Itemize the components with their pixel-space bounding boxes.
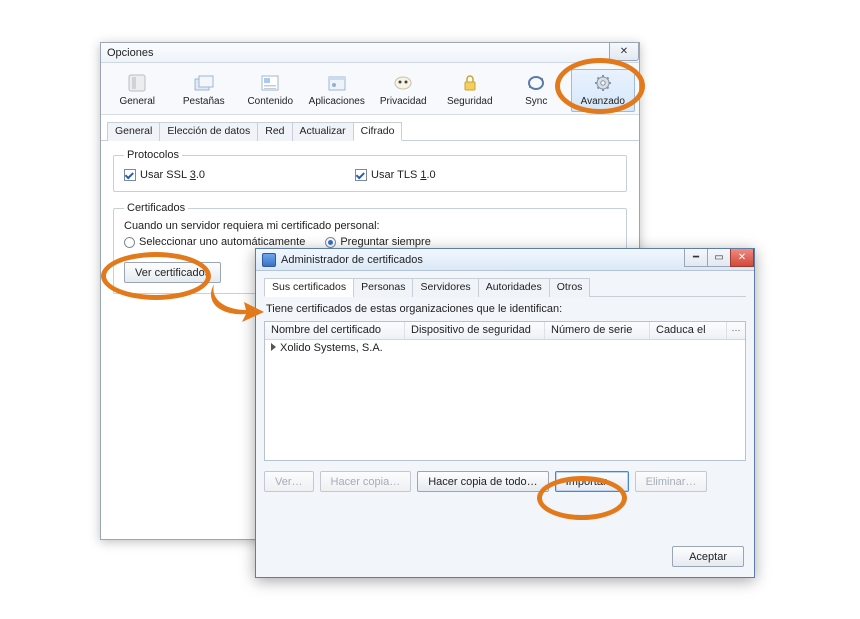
- toolbar-tabs[interactable]: Pestañas: [172, 69, 237, 112]
- tab-people[interactable]: Personas: [353, 278, 413, 297]
- certmgr-tabs: Sus certificados Personas Servidores Aut…: [264, 277, 746, 297]
- tab-servers[interactable]: Servidores: [412, 278, 478, 297]
- import-button[interactable]: Importar…: [555, 471, 629, 492]
- tab-others[interactable]: Otros: [549, 278, 591, 297]
- tab-authorities[interactable]: Autoridades: [478, 278, 550, 297]
- radio-ask-always[interactable]: Preguntar siempre: [325, 236, 431, 248]
- cert-table-header: Nombre del certificado Dispositivo de se…: [265, 322, 745, 340]
- options-toolbar: General Pestañas Contenido Aplicaciones …: [101, 63, 639, 115]
- checkbox-tls[interactable]: Usar TLS 1.0: [355, 169, 436, 181]
- certmgr-titlebar[interactable]: Administrador de certificados ━ ▭ ✕: [256, 249, 754, 271]
- col-device[interactable]: Dispositivo de seguridad: [405, 322, 545, 339]
- subtab-update[interactable]: Actualizar: [292, 122, 354, 141]
- apps-icon: [324, 72, 350, 94]
- certmgr-window-title: Administrador de certificados: [281, 254, 423, 266]
- toolbar-advanced[interactable]: Avanzado: [571, 69, 636, 112]
- delete-button[interactable]: Eliminar…: [635, 471, 708, 492]
- radio-icon: [325, 237, 336, 248]
- tabs-icon: [191, 72, 217, 94]
- options-window-title: Opciones: [107, 47, 153, 59]
- toolbar-sync[interactable]: Sync: [504, 69, 569, 112]
- options-subtabs: General Elección de datos Red Actualizar…: [101, 115, 639, 141]
- backup-all-button[interactable]: Hacer copia de todo…: [417, 471, 548, 492]
- minimize-icon[interactable]: ━: [684, 249, 708, 267]
- options-titlebar[interactable]: Opciones ✕: [101, 43, 639, 63]
- gear-icon: [590, 72, 616, 94]
- table-row[interactable]: Xolido Systems, S.A.: [265, 340, 745, 356]
- col-name[interactable]: Nombre del certificado: [265, 322, 405, 339]
- subtab-encryption[interactable]: Cifrado: [353, 122, 403, 141]
- close-icon[interactable]: ✕: [609, 43, 639, 61]
- toolbar-content[interactable]: Contenido: [238, 69, 303, 112]
- toolbar-general[interactable]: General: [105, 69, 170, 112]
- tls-label: Usar TLS 1.0: [371, 169, 436, 181]
- view-button[interactable]: Ver…: [264, 471, 314, 492]
- toolbar-privacy[interactable]: Privacidad: [371, 69, 436, 112]
- tab-your-certificates[interactable]: Sus certificados: [264, 278, 354, 297]
- certmgr-button-row: Ver… Hacer copia… Hacer copia de todo… I…: [264, 461, 746, 492]
- certificate-icon: [262, 253, 276, 267]
- protocols-group: Protocolos Usar SSL 3.0 Usar TLS 1.0: [113, 149, 627, 192]
- sync-icon: [523, 72, 549, 94]
- backup-button[interactable]: Hacer copia…: [320, 471, 412, 492]
- certificates-legend: Certificados: [124, 202, 188, 214]
- col-serial[interactable]: Número de serie: [545, 322, 650, 339]
- cert-table[interactable]: Nombre del certificado Dispositivo de se…: [264, 321, 746, 461]
- ssl-label: Usar SSL 3.0: [140, 169, 205, 181]
- protocols-legend: Protocolos: [124, 149, 182, 161]
- view-certificates-button[interactable]: Ver certificados: [124, 262, 221, 283]
- maximize-icon[interactable]: ▭: [707, 249, 731, 267]
- lock-icon: [457, 72, 483, 94]
- col-expires[interactable]: Caduca el: [650, 322, 727, 339]
- expand-icon[interactable]: [271, 343, 276, 351]
- subtab-network[interactable]: Red: [257, 122, 292, 141]
- switch-icon: [124, 72, 150, 94]
- checkbox-icon: [355, 169, 367, 181]
- cert-manager-window: Administrador de certificados ━ ▭ ✕ Sus …: [255, 248, 755, 578]
- close-icon[interactable]: ✕: [730, 249, 754, 267]
- toolbar-security[interactable]: Seguridad: [438, 69, 503, 112]
- checkbox-icon: [124, 169, 136, 181]
- mask-icon: [390, 72, 416, 94]
- subtab-general[interactable]: General: [107, 122, 160, 141]
- checkbox-ssl[interactable]: Usar SSL 3.0: [124, 169, 205, 181]
- cert-prompt-text: Cuando un servidor requiera mi certifica…: [124, 220, 616, 232]
- radio-auto-select[interactable]: Seleccionar uno automáticamente: [124, 236, 305, 248]
- certmgr-caption: Tiene certificados de estas organizacion…: [264, 297, 746, 321]
- subtab-data-choices[interactable]: Elección de datos: [159, 122, 258, 141]
- column-picker-icon[interactable]: ⋯: [727, 322, 745, 339]
- radio-icon: [124, 237, 135, 248]
- content-icon: [257, 72, 283, 94]
- toolbar-applications[interactable]: Aplicaciones: [305, 69, 370, 112]
- accept-button[interactable]: Aceptar: [672, 546, 744, 567]
- org-name: Xolido Systems, S.A.: [280, 342, 383, 354]
